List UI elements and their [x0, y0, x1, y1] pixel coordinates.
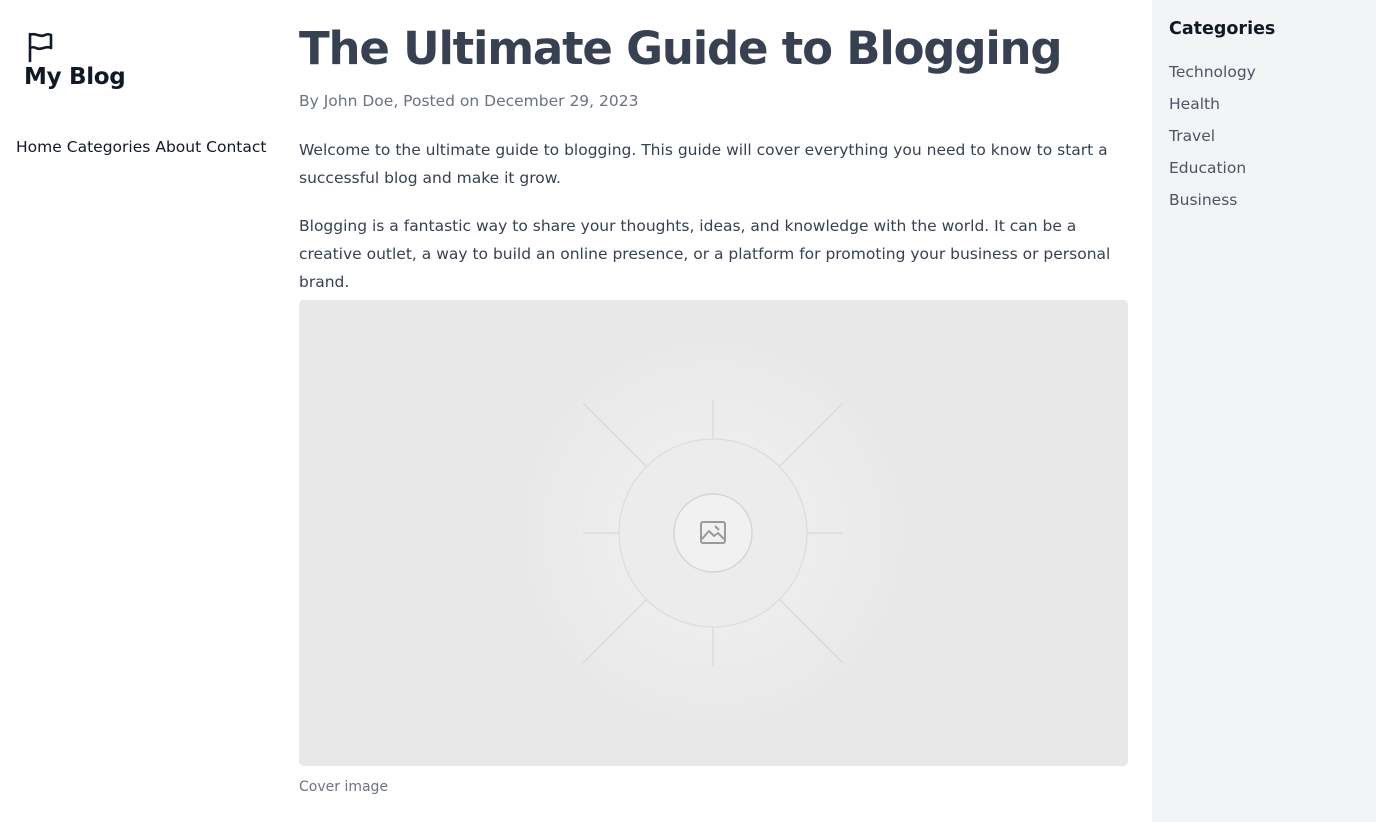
nav-about[interactable]: About	[155, 138, 201, 156]
nav-home[interactable]: Home	[16, 138, 62, 156]
site-brand[interactable]: My Blog	[24, 64, 126, 90]
main-nav: Home Categories About Contact	[16, 138, 266, 156]
article-title: The Ultimate Guide to Blogging	[299, 22, 1063, 75]
nav-categories[interactable]: Categories	[67, 138, 151, 156]
category-technology[interactable]: Technology	[1169, 60, 1256, 92]
category-business[interactable]: Business	[1169, 188, 1256, 220]
page: My Blog Home Categories About Contact Th…	[0, 0, 1376, 822]
category-education[interactable]: Education	[1169, 156, 1256, 188]
cover-image	[299, 300, 1128, 766]
nav-contact[interactable]: Contact	[206, 138, 266, 156]
article-paragraph: Blogging is a fantastic way to share you…	[299, 217, 1111, 291]
categories-sidebar: Categories Technology Health Travel Educ…	[1152, 0, 1376, 822]
flag-icon	[28, 32, 53, 63]
category-travel[interactable]: Travel	[1169, 124, 1256, 156]
left-sidebar: My Blog Home Categories About Contact	[0, 0, 276, 822]
article-paragraph: Welcome to the ultimate guide to bloggin…	[299, 141, 1108, 187]
category-health[interactable]: Health	[1169, 92, 1256, 124]
categories-heading: Categories	[1169, 19, 1276, 39]
cover-caption: Cover image	[299, 779, 389, 795]
article-byline: By John Doe, Posted on December 29, 2023	[299, 92, 639, 110]
cover-placeholder-graphic	[513, 333, 913, 733]
categories-list: Technology Health Travel Education Busin…	[1169, 60, 1256, 220]
